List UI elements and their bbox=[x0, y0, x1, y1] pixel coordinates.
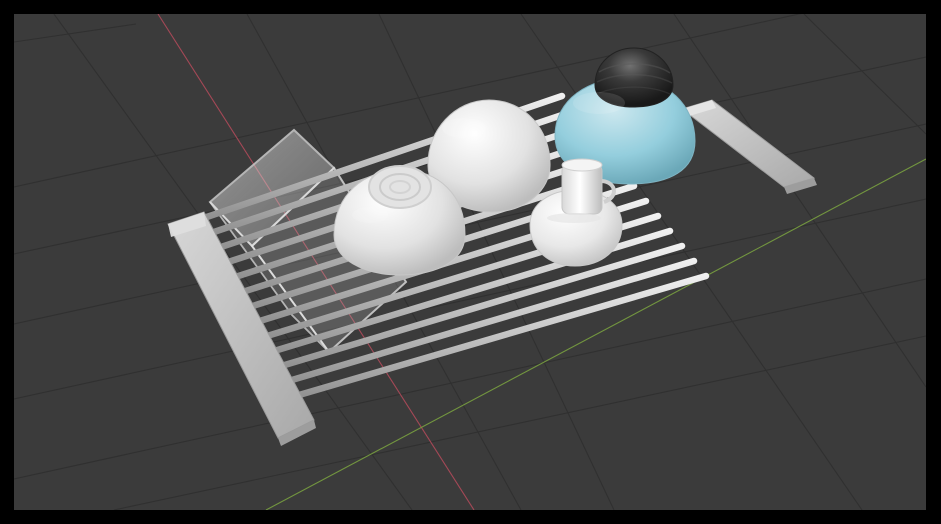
blender-3d-viewport-window bbox=[0, 0, 941, 524]
3d-viewport[interactable] bbox=[14, 14, 926, 510]
scene-canvas[interactable] bbox=[14, 14, 926, 510]
viewport-background bbox=[14, 14, 926, 510]
